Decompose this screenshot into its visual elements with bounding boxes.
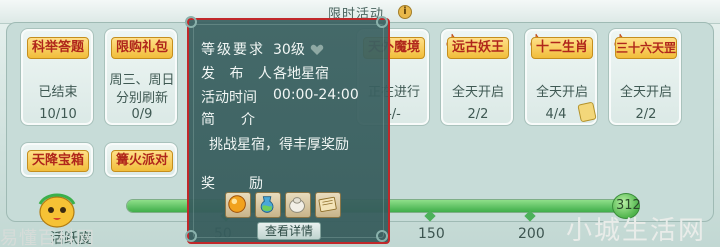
orb-icon xyxy=(228,195,246,213)
card-status-line2: 分别刷新 xyxy=(115,91,168,106)
activity-card-bonfire[interactable]: 篝火派对 xyxy=(104,142,178,178)
info-icon[interactable]: i xyxy=(398,5,412,19)
card-name: 科举答题 xyxy=(27,37,89,59)
card-name: 限购礼包 xyxy=(111,37,173,59)
activity-tooltip: 等级要求 30级 发 布 人 各地星宿 活动时间 00:00-24:00 简 介… xyxy=(185,16,390,244)
card-status: 已结束 xyxy=(38,85,78,100)
activity-card-yaowang[interactable]: 远古妖王 全天开启 2/2 xyxy=(440,28,514,126)
book-icon xyxy=(318,196,337,213)
level-value: 30级 xyxy=(273,42,305,58)
activity-card-zodiac[interactable]: 十二生肖 全天开启 4/4 xyxy=(524,28,598,126)
reward-slot[interactable] xyxy=(255,192,281,218)
card-status: 全天开启 xyxy=(619,85,672,100)
publisher-label: 发 布 人 xyxy=(201,66,277,82)
activity-card-keju[interactable]: 科举答题 已结束 10/10 xyxy=(20,28,94,126)
time-label: 活动时间 xyxy=(201,90,257,106)
view-details-button[interactable]: 查看详情 xyxy=(257,222,321,240)
card-count: 10/10 xyxy=(39,107,77,122)
milestone-label: 150 xyxy=(418,226,445,242)
activity-screen: 限时活动 i 科举答题 已结束 10/10 限购礼包 周三、周日 分别刷新 0/… xyxy=(0,0,720,247)
card-name: 三十六天罡 xyxy=(615,37,677,59)
corner-ornament xyxy=(376,16,388,28)
intro-label: 简 介 xyxy=(201,112,261,128)
watermark-right: 小城生活网 xyxy=(566,216,707,246)
card-status: 周三、周日 xyxy=(109,73,175,88)
card-count: 0/9 xyxy=(131,107,153,122)
card-name: 篝火派对 xyxy=(111,150,173,172)
potion-icon xyxy=(260,196,274,213)
scroll-bundle-icon xyxy=(289,197,305,213)
card-name: 十二生肖 xyxy=(531,37,593,59)
card-status: 全天开启 xyxy=(535,85,588,100)
activity-card-limited-gift[interactable]: 限购礼包 周三、周日 分别刷新 0/9 xyxy=(104,28,178,126)
reward-label: 奖 励 xyxy=(201,176,265,192)
heart-icon xyxy=(310,44,324,55)
milestone-label: 200 xyxy=(518,226,545,242)
level-label: 等级要求 xyxy=(201,42,265,58)
intro-description: 挑战星宿，得丰厚奖励 xyxy=(209,137,349,153)
card-name: 远古妖王 xyxy=(447,37,509,59)
card-name: 天降宝箱 xyxy=(27,150,89,172)
watermark-left: 易懂百科网 xyxy=(0,228,95,247)
corner-ornament xyxy=(185,16,197,28)
reward-slot[interactable] xyxy=(315,192,341,218)
activity-card-treasure[interactable]: 天降宝箱 xyxy=(20,142,94,178)
card-count: 2/2 xyxy=(467,107,489,122)
card-status: 全天开启 xyxy=(451,85,504,100)
corner-ornament xyxy=(376,230,388,242)
activity-card-tiangang[interactable]: 三十六天罡 全天开启 2/2 xyxy=(608,28,682,126)
reward-slot[interactable] xyxy=(225,192,251,218)
card-count: 2/2 xyxy=(635,107,657,122)
reward-slot[interactable] xyxy=(285,192,311,218)
time-value: 00:00-24:00 xyxy=(273,87,359,103)
corner-ornament xyxy=(185,230,197,242)
ticket-icon xyxy=(577,101,597,123)
publisher-value: 各地星宿 xyxy=(273,66,329,82)
